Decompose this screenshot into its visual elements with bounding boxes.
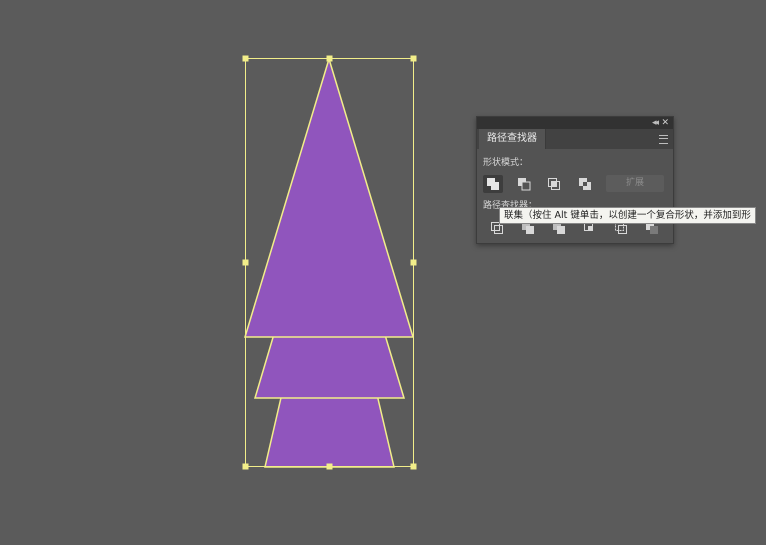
panel-title-bar[interactable]: ◂◂ ✕ [477,117,673,129]
tooltip: 联集（按住 Alt 键单击，以创建一个复合形状，并添加到形 [499,207,756,224]
top-triangle[interactable] [243,56,415,338]
minus-front-icon [518,178,531,191]
exclude-button[interactable] [575,175,595,193]
panel-tab-bar: 路径查找器 [477,129,673,149]
double-chevron-left-icon[interactable]: ◂◂ [652,117,659,129]
pathfinder-panel: ◂◂ ✕ 路径查找器 形状模式： 扩展 路径查找器： [476,116,674,244]
unite-icon [487,178,499,190]
unite-button[interactable] [483,175,503,193]
intersect-icon [548,178,560,190]
tab-pathfinder[interactable]: 路径查找器 [479,129,546,149]
shape-modes-label: 形状模式： [483,158,529,168]
artboard-canvas[interactable] [0,0,766,545]
intersect-button[interactable] [544,175,564,193]
expand-button[interactable]: 扩展 [606,175,664,192]
handle-bottom-middle[interactable] [326,463,333,470]
handle-top-left[interactable] [242,55,249,62]
tree-artwork[interactable] [243,56,415,468]
handle-middle-right[interactable] [410,259,417,266]
handle-bottom-left[interactable] [242,463,249,470]
hamburger-menu-icon[interactable] [659,135,668,144]
minus-front-button[interactable] [514,175,534,193]
handle-top-middle[interactable] [326,55,333,62]
close-icon[interactable]: ✕ [661,117,669,129]
handle-bottom-right[interactable] [410,463,417,470]
handle-top-right[interactable] [410,55,417,62]
handle-middle-left[interactable] [242,259,249,266]
exclude-icon [579,178,591,190]
